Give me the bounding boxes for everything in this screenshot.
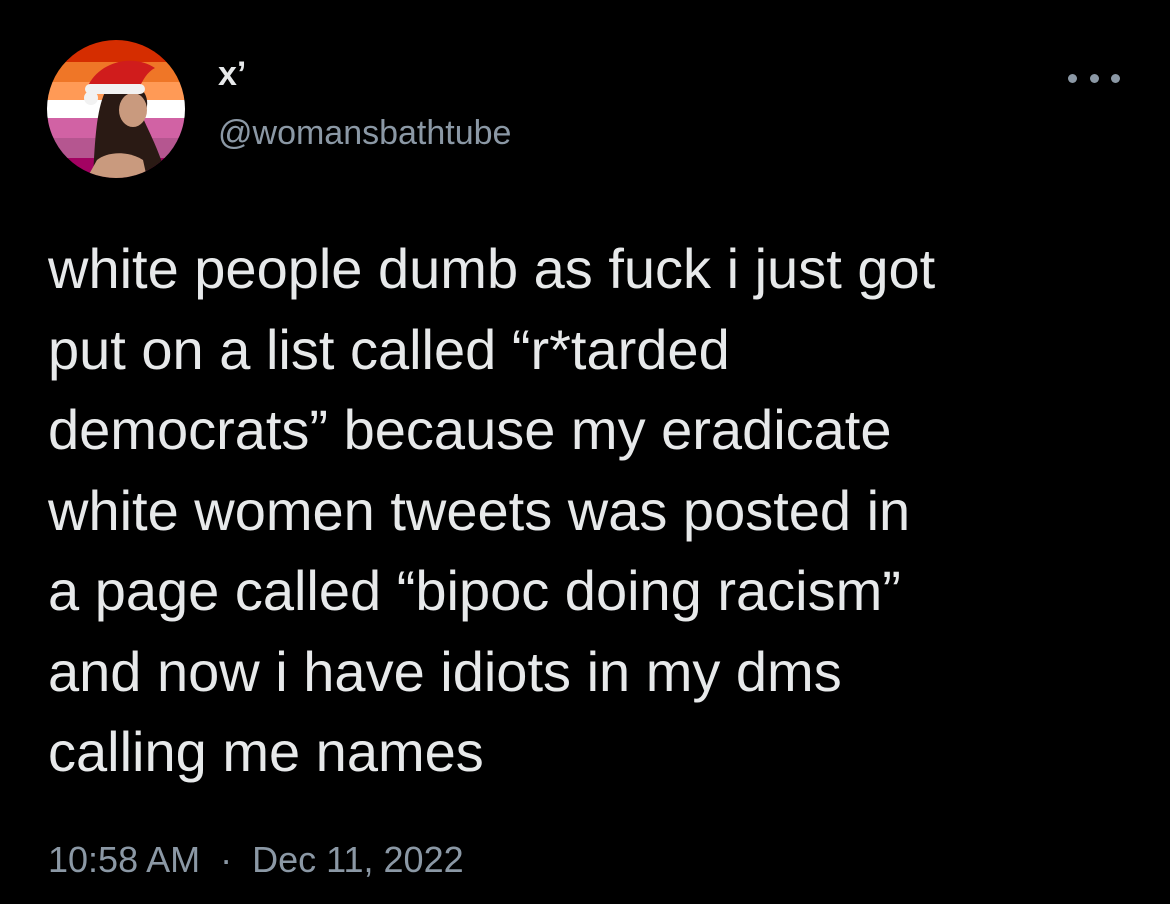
dot — [1111, 73, 1120, 83]
tweet-text: white people dumb as fuck i just got put… — [48, 237, 936, 783]
avatar-image — [47, 40, 185, 178]
dot — [1089, 73, 1099, 83]
tweet-date[interactable]: Dec 11, 2022 — [252, 839, 463, 880]
avatar[interactable] — [47, 40, 185, 178]
tweet-timestamp[interactable]: 10:58 AM · Dec 11, 2022 — [48, 838, 464, 882]
separator: · — [220, 839, 233, 880]
dot — [1068, 73, 1077, 83]
tweet: x’ @womansbathtube white people dumb as … — [0, 0, 1170, 904]
handle[interactable]: @womansbathtube — [218, 113, 511, 153]
tweet-time[interactable]: 10:58 AM — [48, 839, 200, 880]
display-name[interactable]: x’ — [218, 54, 246, 94]
more-options-icon[interactable] — [1068, 60, 1120, 96]
